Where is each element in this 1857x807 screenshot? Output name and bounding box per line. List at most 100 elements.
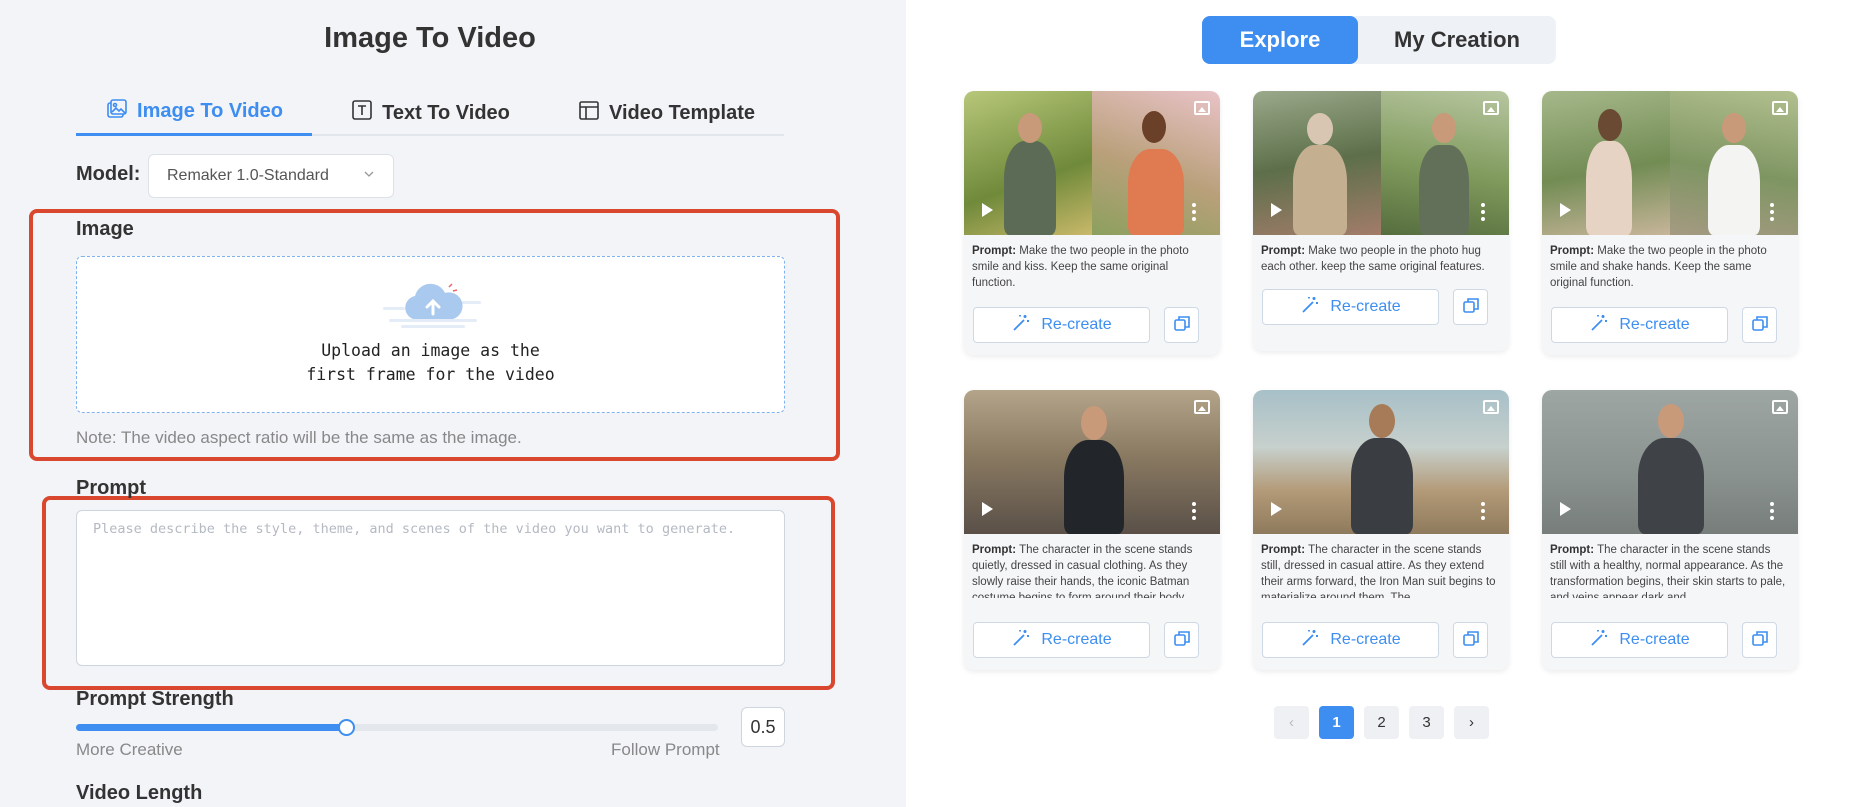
prompt-strength-label: Prompt Strength [76, 688, 234, 710]
tab-my-creation[interactable]: My Creation [1358, 16, 1556, 64]
gallery-switch: Explore My Creation [1202, 16, 1556, 64]
model-label: Model: [76, 163, 141, 185]
image-icon [1194, 400, 1210, 414]
card-thumbnail[interactable] [964, 390, 1220, 534]
copy-button[interactable] [1742, 622, 1777, 658]
slider-max-label: Follow Prompt [611, 740, 720, 759]
magic-wand-icon [1011, 628, 1031, 653]
recreate-button[interactable]: Re-create [1262, 622, 1439, 658]
copy-button[interactable] [1164, 622, 1199, 658]
mode-tabs: Image To Video Text To Video Video Templ… [76, 90, 784, 136]
magic-wand-icon [1589, 628, 1609, 653]
more-options-icon[interactable] [1481, 502, 1485, 520]
gallery-card: Prompt: The character in the scene stand… [1253, 390, 1509, 670]
prompt-input[interactable] [76, 510, 785, 666]
page-3-button[interactable]: 3 [1409, 706, 1444, 739]
card-thumbnail[interactable] [1542, 390, 1798, 534]
recreate-button[interactable]: Re-create [1262, 289, 1439, 325]
model-select[interactable]: Remaker 1.0-Standard [148, 154, 394, 198]
chevron-down-icon [363, 167, 375, 185]
image-icon [1483, 400, 1499, 414]
video-length-label: Video Length [76, 782, 203, 804]
magic-wand-icon [1300, 295, 1320, 320]
recreate-button[interactable]: Re-create [1551, 622, 1728, 658]
aspect-ratio-note: Note: The video aspect ratio will be the… [76, 428, 522, 447]
slider-fill [76, 724, 346, 731]
card-thumbnail[interactable] [964, 91, 1220, 235]
gallery-card: Prompt: The character in the scene stand… [964, 390, 1220, 670]
recreate-button[interactable]: Re-create [973, 622, 1150, 658]
tab-label: Text To Video [382, 101, 510, 124]
model-value: Remaker 1.0-Standard [167, 167, 329, 184]
card-prompt: Prompt: Make the two people in the photo… [1550, 245, 1767, 289]
card-prompt: Prompt: The character in the scene stand… [972, 544, 1199, 598]
generator-panel: Image To Video Image To Video Text To Vi… [0, 0, 906, 807]
card-thumbnail[interactable] [1253, 91, 1509, 235]
more-options-icon[interactable] [1770, 203, 1774, 221]
tab-label: Image To Video [137, 100, 283, 122]
copy-button[interactable] [1453, 289, 1488, 325]
tab-text-to-video[interactable]: Text To Video [312, 90, 548, 136]
copy-icon [1462, 629, 1480, 652]
gallery-card: Prompt: Make two people in the photo hug… [1253, 91, 1509, 351]
image-upload-area[interactable]: Upload an image as the first frame for t… [76, 256, 785, 413]
prompt-label: Prompt [76, 477, 146, 499]
upload-text-line2: first frame for the video [306, 365, 555, 384]
page-1-button[interactable]: 1 [1319, 706, 1354, 739]
play-icon[interactable] [1271, 502, 1282, 516]
more-options-icon[interactable] [1770, 502, 1774, 520]
copy-icon [1173, 314, 1191, 337]
recreate-button[interactable]: Re-create [1551, 307, 1728, 343]
play-icon[interactable] [1560, 502, 1571, 516]
card-thumbnail[interactable] [1253, 390, 1509, 534]
play-icon[interactable] [982, 203, 993, 217]
card-prompt: Prompt: Make the two people in the photo… [972, 245, 1189, 289]
page-title: Image To Video [324, 22, 536, 54]
copy-icon [1751, 629, 1769, 652]
card-thumbnail[interactable] [1542, 91, 1798, 235]
tab-explore[interactable]: Explore [1202, 16, 1358, 64]
upload-text-line1: Upload an image as the [321, 341, 540, 360]
copy-button[interactable] [1742, 307, 1777, 343]
play-icon[interactable] [982, 502, 993, 516]
gallery-panel: Explore My Creation Prompt: Make the two… [906, 0, 1857, 807]
copy-icon [1462, 296, 1480, 319]
more-options-icon[interactable] [1192, 502, 1196, 520]
slider-handle[interactable] [337, 719, 355, 736]
tab-image-to-video[interactable]: Image To Video [76, 90, 312, 136]
image-label: Image [76, 218, 134, 240]
play-icon[interactable] [1271, 203, 1282, 217]
magic-wand-icon [1589, 313, 1609, 338]
copy-icon [1751, 314, 1769, 337]
image-icon [1772, 400, 1788, 414]
image-icon [1194, 101, 1210, 115]
next-page-button[interactable]: › [1454, 706, 1489, 739]
text-icon [350, 98, 374, 128]
page-2-button[interactable]: 2 [1364, 706, 1399, 739]
tab-video-template[interactable]: Video Template [548, 90, 784, 136]
pagination: ‹ 1 2 3 › [1274, 706, 1489, 739]
copy-icon [1173, 629, 1191, 652]
recreate-button[interactable]: Re-create [973, 307, 1150, 343]
copy-button[interactable] [1453, 622, 1488, 658]
prev-page-button[interactable]: ‹ [1274, 706, 1309, 739]
more-options-icon[interactable] [1192, 203, 1196, 221]
copy-button[interactable] [1164, 307, 1199, 343]
gallery-card: Prompt: The character in the scene stand… [1542, 390, 1798, 670]
more-options-icon[interactable] [1481, 203, 1485, 221]
gallery-card: Prompt: Make the two people in the photo… [1542, 91, 1798, 355]
slider-min-label: More Creative [76, 740, 183, 759]
tab-label: Video Template [609, 101, 755, 124]
image-icon [105, 97, 129, 127]
gallery-card: Prompt: Make the two people in the photo… [964, 91, 1220, 355]
magic-wand-icon [1011, 313, 1031, 338]
card-prompt: Prompt: The character in the scene stand… [1261, 544, 1496, 598]
image-icon [1772, 101, 1788, 115]
template-icon [577, 98, 601, 128]
play-icon[interactable] [1560, 203, 1571, 217]
image-icon [1483, 101, 1499, 115]
prompt-strength-value[interactable]: 0.5 [741, 707, 785, 747]
card-prompt: Prompt: The character in the scene stand… [1550, 544, 1786, 598]
magic-wand-icon [1300, 628, 1320, 653]
prompt-strength-slider[interactable] [76, 719, 718, 736]
